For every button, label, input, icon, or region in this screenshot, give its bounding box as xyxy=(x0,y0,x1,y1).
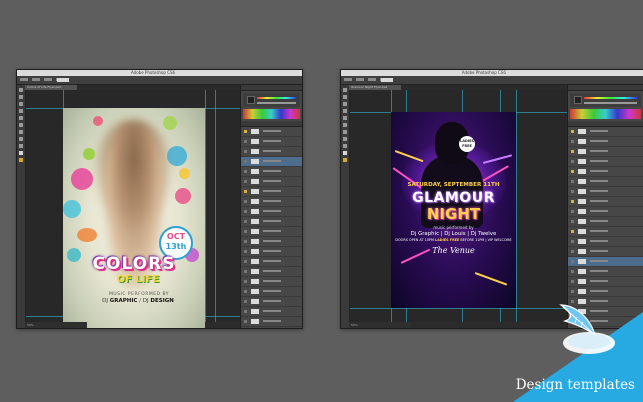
marquee-tool-icon[interactable] xyxy=(343,95,347,99)
crop-tool-icon[interactable] xyxy=(343,116,347,120)
panels-column[interactable] xyxy=(567,85,643,328)
type-tool-icon[interactable] xyxy=(343,137,347,141)
zoom-status: 50% xyxy=(25,322,87,328)
zoom-tool-icon[interactable] xyxy=(343,144,347,148)
options-bar[interactable] xyxy=(17,76,302,85)
canvas-area[interactable]: LADIES FREE SATURDAY, SEPTEMBER 11TH GLA… xyxy=(350,90,567,322)
date-month: OCT xyxy=(166,232,186,241)
date-day: 13th xyxy=(165,242,187,251)
feather-icon xyxy=(559,304,615,354)
zoom-tool-icon[interactable] xyxy=(19,144,23,148)
ladies-free-badge: LADIES FREE xyxy=(459,136,475,152)
color-panel[interactable] xyxy=(570,93,641,107)
dj-line: DJ GRAPHIC / DJ DESIGN xyxy=(102,298,174,304)
music-line: music performed by xyxy=(433,225,474,230)
eraser-tool-icon[interactable] xyxy=(343,130,347,134)
move-tool-icon[interactable] xyxy=(19,88,23,92)
layers-list[interactable] xyxy=(241,127,302,327)
lasso-tool-icon[interactable] xyxy=(19,102,23,106)
foreground-color-icon[interactable] xyxy=(343,151,347,155)
eraser-tool-icon[interactable] xyxy=(19,130,23,134)
crop-tool-icon[interactable] xyxy=(19,116,23,120)
zoom-status: 50% xyxy=(349,322,411,328)
tools-panel[interactable] xyxy=(341,85,350,328)
music-line: MUSIC PERFORMED BY xyxy=(108,292,170,297)
swatches-panel[interactable] xyxy=(570,109,641,119)
options-bar[interactable] xyxy=(341,76,643,85)
poster-subheadline: OF LIFE xyxy=(116,274,160,285)
brush-tool-icon[interactable] xyxy=(343,123,347,127)
venue-name: The Venue xyxy=(432,246,475,255)
marquee-tool-icon[interactable] xyxy=(19,95,23,99)
background-color-icon[interactable] xyxy=(19,158,23,162)
foreground-color-icon[interactable] xyxy=(19,151,23,155)
tools-panel[interactable] xyxy=(17,85,26,328)
poster-headline: COLORS xyxy=(92,254,176,274)
brush-tool-icon[interactable] xyxy=(19,123,23,127)
color-panel[interactable] xyxy=(243,93,300,107)
wand-tool-icon[interactable] xyxy=(19,109,23,113)
color-panel-tab[interactable] xyxy=(241,85,302,91)
design-templates-label: Design templates xyxy=(515,377,635,393)
photoshop-window-2: Adobe Photoshop CS6 Glamour Night Flyer.… xyxy=(340,69,643,329)
panels-column[interactable] xyxy=(240,85,302,328)
poster-colors-of-life: OCT 13th COLORS OF LIFE MUSIC PERFORMED … xyxy=(63,108,205,328)
layers-list[interactable] xyxy=(568,127,643,327)
wand-tool-icon[interactable] xyxy=(343,109,347,113)
date-line: SATURDAY, SEPTEMBER 11TH xyxy=(407,182,500,188)
poster-glamour-night: LADIES FREE SATURDAY, SEPTEMBER 11TH GLA… xyxy=(391,112,516,308)
canvas-area[interactable]: OCT 13th COLORS OF LIFE MUSIC PERFORMED … xyxy=(26,90,240,328)
move-tool-icon[interactable] xyxy=(343,88,347,92)
type-tool-icon[interactable] xyxy=(19,137,23,141)
doors-line: DOORS OPEN AT 10PM LADIES FREE BEFORE 11… xyxy=(395,238,512,242)
lasso-tool-icon[interactable] xyxy=(343,102,347,106)
photoshop-window-1: Adobe Photoshop CS6 Colors of Life Flyer… xyxy=(16,69,303,329)
poster-headline: GLAMOUR xyxy=(412,190,495,206)
poster-subheadline: NIGHT xyxy=(426,205,481,223)
background-color-icon[interactable] xyxy=(343,158,347,162)
dj-line: Dj Graphic | Dj Louis | Dj Twelve xyxy=(410,231,497,237)
color-panel-tab[interactable] xyxy=(568,85,643,91)
swatches-panel[interactable] xyxy=(243,109,300,119)
